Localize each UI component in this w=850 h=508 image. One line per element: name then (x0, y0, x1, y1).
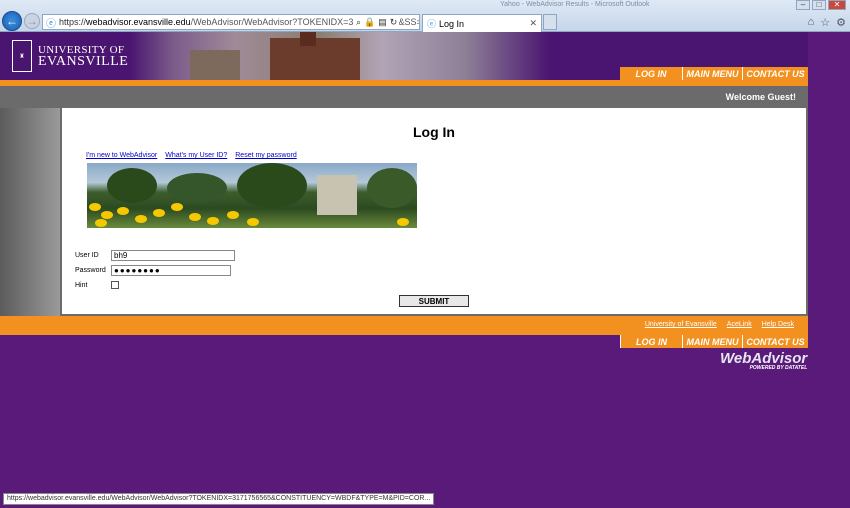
link-acelink[interactable]: AceLink (727, 321, 752, 328)
window-controls: – □ ✕ (796, 0, 846, 10)
forward-arrow-icon: → (26, 14, 38, 28)
password-input[interactable]: ●●●●●●●● (111, 265, 231, 276)
hint-row: Hint (75, 281, 119, 289)
gear-icon[interactable]: ⚙ (836, 16, 846, 29)
university-seal-icon: ♜ (12, 40, 32, 72)
nav-main-menu[interactable]: MAIN MENU (682, 67, 742, 80)
campus-banner-image (87, 163, 417, 228)
user-id-row: User ID (75, 250, 235, 261)
help-links: I'm new to WebAdvisor What's my User ID?… (86, 152, 297, 159)
campus-header-photo (130, 32, 550, 80)
favorites-star-icon[interactable]: ☆ (820, 16, 830, 29)
password-row: Password ●●●●●●●● (75, 265, 231, 276)
user-id-input[interactable] (111, 250, 235, 261)
status-bar-url: https://webadvisor.evansville.edu/WebAdv… (3, 493, 435, 505)
home-icon[interactable]: ⌂ (808, 16, 815, 29)
nav-log-in[interactable]: LOG IN (620, 67, 682, 80)
address-domain: webadvisor.evansville.edu (86, 17, 191, 27)
compat-view-icon[interactable]: ▤ (378, 17, 387, 28)
link-whats-my-user-id[interactable]: What's my User ID? (165, 152, 227, 159)
forward-button[interactable]: → (24, 13, 40, 29)
footer-nav-contact-us[interactable]: CONTACT US (742, 335, 808, 348)
link-help-desk[interactable]: Help Desk (762, 321, 794, 328)
maximize-button[interactable]: □ (812, 0, 826, 10)
back-button[interactable]: ← (2, 11, 22, 31)
webadvisor-logo: WebAdvisor POWERED BY DATATEL (720, 350, 807, 371)
ie-page-icon: ⓔ (46, 18, 56, 30)
lock-icon[interactable]: 🔒 (364, 17, 375, 28)
address-bar-tools: ⌕ 🔒 ▤ ↻ (354, 15, 400, 29)
hint-checkbox[interactable] (111, 281, 119, 289)
submit-button[interactable]: SUBMIT (399, 295, 469, 307)
top-nav: LOG IN MAIN MENU CONTACT US (620, 67, 808, 80)
ie-tab-icon: ⓔ (427, 19, 437, 29)
footer-nav-log-in[interactable]: LOG IN (620, 335, 682, 348)
refresh-icon[interactable]: ↻ (390, 17, 398, 28)
logo-line2: EVANSVILLE (38, 54, 129, 69)
footer-nav: LOG IN MAIN MENU CONTACT US (620, 335, 808, 348)
left-gutter (0, 108, 60, 316)
login-panel: Log In I'm new to WebAdvisor What's my U… (60, 108, 808, 316)
footer-bar: University of Evansville AceLink Help De… (0, 316, 808, 335)
tab-log-in[interactable]: ⓔ Log In ✕ (422, 14, 542, 32)
hint-label: Hint (75, 281, 88, 289)
welcome-bar: Welcome Guest! (0, 86, 808, 108)
user-id-label: User ID (75, 252, 99, 259)
close-window-button[interactable]: ✕ (828, 0, 846, 10)
window-title: Yahoo - WebAdvisor Results - Microsoft O… (500, 1, 650, 8)
footer-nav-main-menu[interactable]: MAIN MENU (682, 335, 742, 348)
close-tab-icon[interactable]: ✕ (529, 18, 537, 29)
minimize-button[interactable]: – (796, 0, 810, 10)
link-reset-password[interactable]: Reset my password (235, 152, 296, 159)
search-icon[interactable]: ⌕ (356, 17, 361, 28)
nav-contact-us[interactable]: CONTACT US (742, 67, 808, 80)
tab-title: Log In (439, 18, 465, 29)
page-title: Log In (413, 124, 455, 140)
new-tab-button[interactable] (543, 14, 557, 30)
browser-toolbar-icons: ⌂ ☆ ⚙ (808, 16, 846, 29)
footer-links: University of Evansville AceLink Help De… (645, 321, 794, 328)
browser-chrome: Yahoo - WebAdvisor Results - Microsoft O… (0, 0, 850, 32)
back-arrow-icon: ← (6, 14, 18, 28)
university-logo[interactable]: ♜ UNIVERSITY OF EVANSVILLE (12, 40, 128, 72)
password-label: Password (75, 267, 106, 274)
link-university-of-evansville[interactable]: University of Evansville (645, 321, 717, 328)
welcome-text: Welcome Guest! (725, 92, 796, 102)
address-prefix: https:// (59, 17, 87, 27)
link-new-to-webadvisor[interactable]: I'm new to WebAdvisor (86, 152, 157, 159)
